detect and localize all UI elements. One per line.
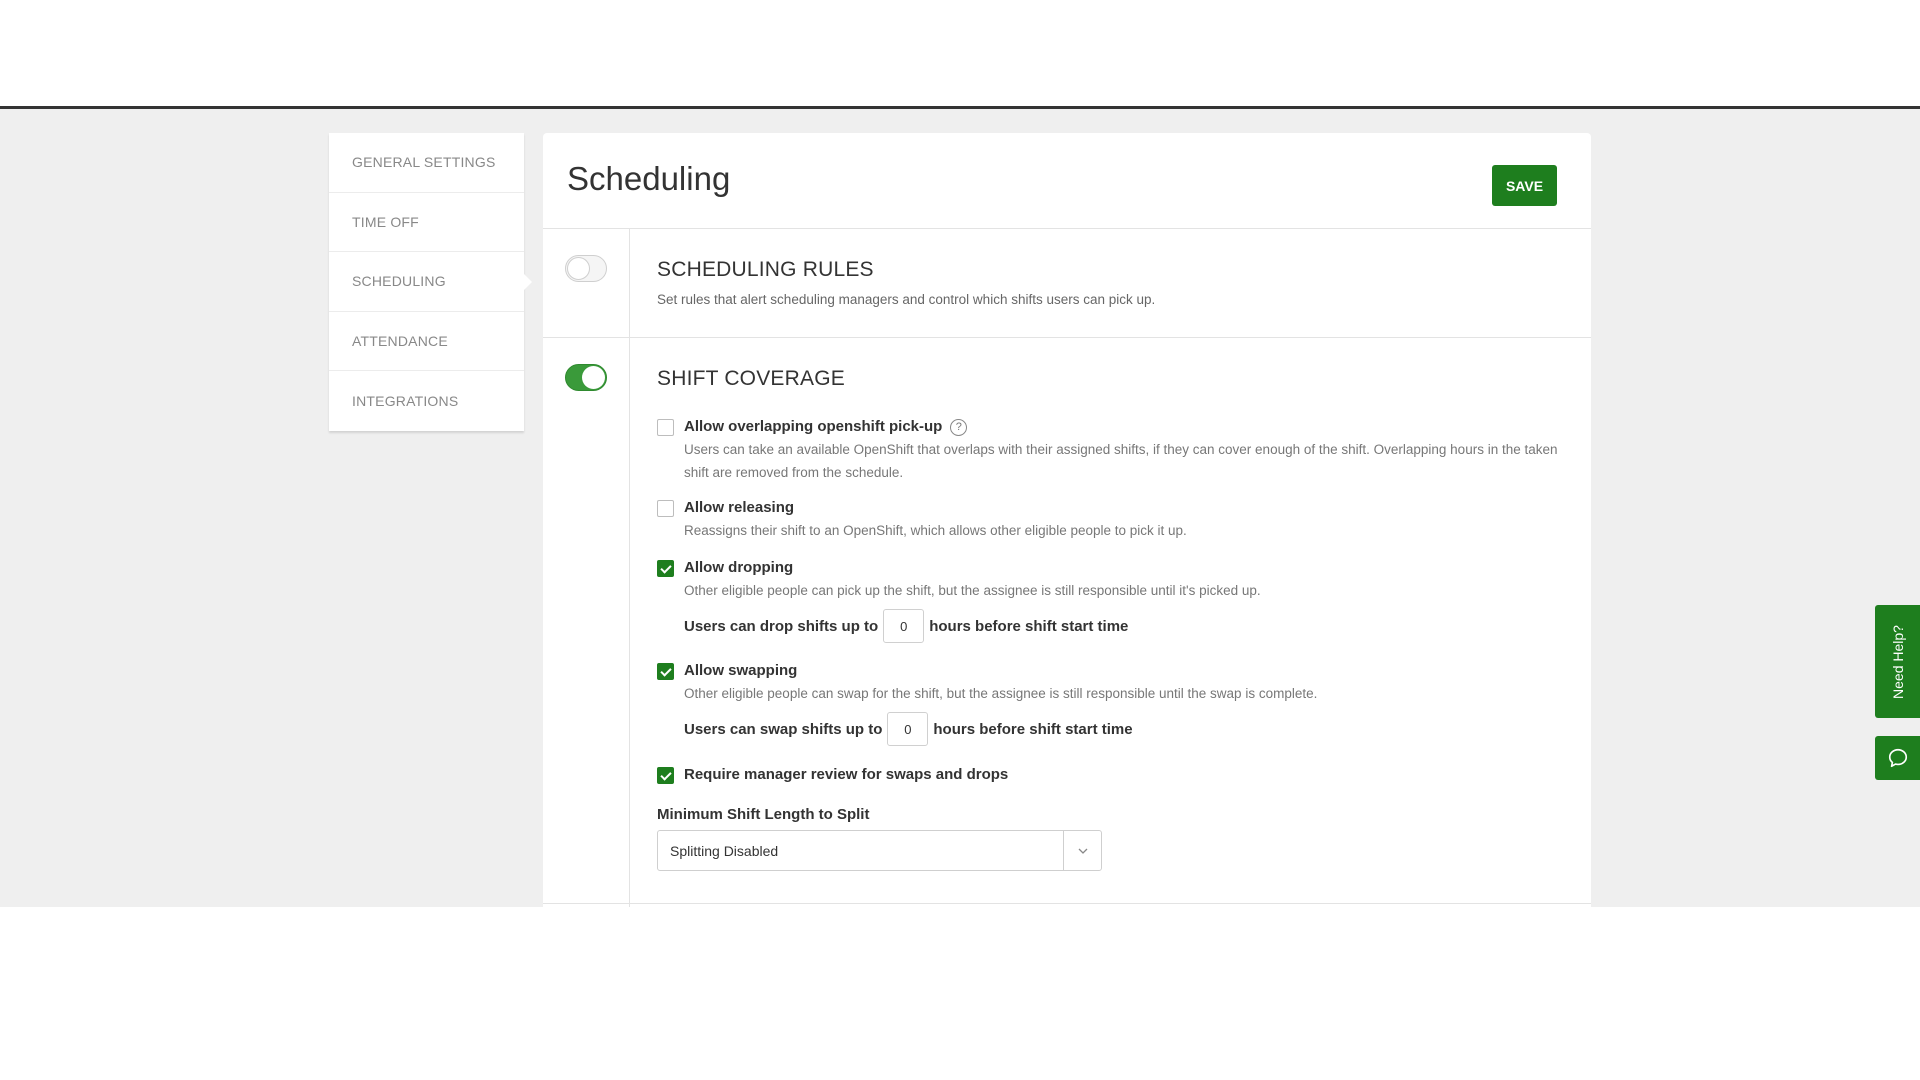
min-split-label: Minimum Shift Length to Split — [657, 806, 870, 823]
shift-coverage-section: SHIFT COVERAGE Allow overlapping openshi… — [543, 338, 1591, 904]
option-overlap: Allow overlapping openshift pick-up? Use… — [657, 418, 1567, 484]
drop-hours-suffix: hours before shift start time — [929, 617, 1129, 635]
option-review: Require manager review for swaps and dro… — [657, 766, 1567, 784]
page-title: Scheduling — [567, 160, 731, 197]
releasing-checkbox[interactable] — [657, 500, 674, 517]
releasing-label: Allow releasing — [684, 499, 795, 516]
help-icon[interactable]: ? — [950, 419, 968, 436]
sidebar-item-integrations[interactable]: INTEGRATIONS — [329, 371, 524, 431]
chevron-down-icon — [1063, 831, 1101, 870]
review-label: Require manager review for swaps and dro… — [684, 766, 1009, 783]
save-button[interactable]: SAVE — [1492, 165, 1557, 206]
shift-coverage-title: SHIFT COVERAGE — [657, 367, 845, 390]
option-dropping: Allow dropping Other eligible people can… — [657, 559, 1567, 643]
bottom-area — [0, 907, 1920, 1080]
sidebar-item-general-settings[interactable]: GENERAL SETTINGS — [329, 133, 524, 193]
review-checkbox[interactable] — [657, 767, 674, 784]
releasing-description: Reassigns their shift to an OpenShift, w… — [684, 523, 1187, 538]
dropping-description: Other eligible people can pick up the sh… — [684, 583, 1261, 598]
swap-hours-input[interactable] — [887, 712, 929, 746]
scheduling-rules-title: SCHEDULING RULES — [657, 258, 874, 281]
overlap-label: Allow overlapping openshift pick-up — [684, 418, 943, 435]
settings-panel: Scheduling SAVE SCHEDULING RULES Set rul… — [543, 133, 1591, 907]
scheduling-rules-description: Set rules that alert scheduling managers… — [657, 292, 1156, 307]
overlap-description: Users can take an available OpenShift th… — [684, 442, 1558, 480]
swap-hours-row: Users can swap shifts up to hours before… — [684, 712, 1567, 746]
need-help-button[interactable]: Need Help? — [1875, 605, 1920, 718]
swapping-label: Allow swapping — [684, 662, 798, 679]
sidebar-item-scheduling[interactable]: SCHEDULING — [329, 252, 532, 312]
settings-sidebar: GENERAL SETTINGS TIME OFF SCHEDULING ATT… — [329, 133, 532, 431]
swap-hours-prefix: Users can swap shifts up to — [684, 720, 883, 738]
min-split-select[interactable]: Splitting Disabled — [657, 830, 1102, 871]
dropping-label: Allow dropping — [684, 559, 794, 576]
panel-header: Scheduling SAVE — [543, 133, 1591, 229]
dropping-checkbox[interactable] — [657, 560, 674, 577]
scheduling-rules-toggle[interactable] — [565, 255, 607, 282]
swap-hours-suffix: hours before shift start time — [933, 720, 1133, 738]
swapping-checkbox[interactable] — [657, 663, 674, 680]
min-split-field: Minimum Shift Length to Split Splitting … — [657, 806, 1567, 871]
drop-hours-row: Users can drop shifts up to hours before… — [684, 609, 1567, 643]
swapping-description: Other eligible people can swap for the s… — [684, 686, 1318, 701]
drop-hours-input[interactable] — [883, 609, 925, 643]
app-body: GENERAL SETTINGS TIME OFF SCHEDULING ATT… — [0, 109, 1920, 907]
sidebar-item-time-off[interactable]: TIME OFF — [329, 193, 524, 252]
overlap-checkbox[interactable] — [657, 419, 674, 436]
option-swapping: Allow swapping Other eligible people can… — [657, 662, 1567, 746]
toggle-knob — [567, 257, 590, 280]
drop-hours-prefix: Users can drop shifts up to — [684, 617, 879, 635]
shift-coverage-toggle[interactable] — [565, 364, 607, 391]
need-help-label: Need Help? — [1889, 624, 1906, 699]
toggle-knob — [582, 366, 605, 389]
option-releasing: Allow releasing Reassigns their shift to… — [657, 499, 1567, 542]
scheduling-rules-section: SCHEDULING RULES Set rules that alert sc… — [543, 229, 1591, 338]
sidebar-item-attendance[interactable]: ATTENDANCE — [329, 312, 524, 371]
min-split-value: Splitting Disabled — [670, 842, 779, 859]
chat-icon[interactable] — [1875, 736, 1920, 780]
top-bar — [0, 0, 1920, 109]
